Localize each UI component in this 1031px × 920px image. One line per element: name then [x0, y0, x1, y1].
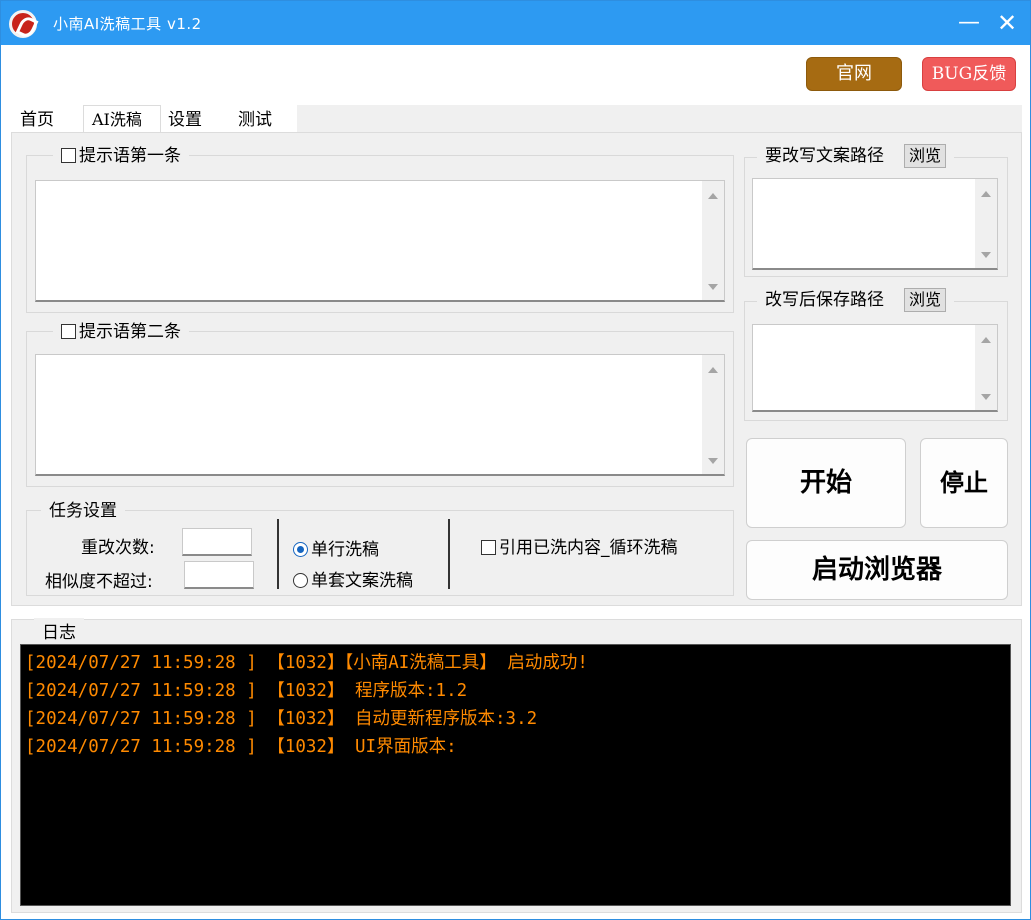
task-settings-legend: 任务设置	[41, 499, 125, 523]
retry-count-input[interactable]	[182, 528, 252, 556]
log-output[interactable]: [2024/07/27 11:59:28 ] 【1032】【小南AI洗稿工具】 …	[20, 644, 1011, 906]
scroll-down-icon[interactable]	[981, 394, 991, 400]
prompt-one-textarea[interactable]	[35, 180, 725, 302]
save-path-scrollbar[interactable]	[975, 325, 997, 410]
similarity-label: 相似度不超过:	[45, 572, 153, 592]
start-button[interactable]: 开始	[746, 438, 906, 528]
save-browse-button[interactable]: 浏览	[904, 288, 947, 312]
tab-home[interactable]: 首页	[11, 105, 75, 133]
scroll-down-icon[interactable]	[981, 252, 991, 258]
app-logo-icon	[9, 10, 37, 38]
stop-button[interactable]: 停止	[920, 438, 1008, 528]
save-path-label: 改写后保存路径	[765, 290, 884, 310]
task-settings-group: 任务设置 重改次数: 相似度不超过: 单行洗稿 单套文案洗稿 引用已洗内容_循环…	[26, 499, 734, 596]
minimize-button[interactable]: —	[953, 7, 985, 39]
log-line: [2024/07/27 11:59:28 ] 【1032】 程序版本:1.2	[25, 681, 468, 701]
bug-feedback-button[interactable]: BUG反馈	[922, 57, 1016, 91]
separator	[277, 519, 279, 589]
similarity-input[interactable]	[184, 561, 254, 589]
scroll-up-icon[interactable]	[981, 191, 991, 197]
tab-strip-background	[297, 105, 1022, 133]
save-path-group: 改写后保存路径 浏览	[744, 288, 1008, 421]
source-path-textarea[interactable]	[752, 178, 998, 270]
log-title: 日志	[34, 618, 84, 643]
scroll-up-icon[interactable]	[981, 337, 991, 343]
prompt-one-label: 提示语第一条	[79, 146, 181, 166]
log-line: [2024/07/27 11:59:28 ] 【1032】【小南AI洗稿工具】 …	[25, 653, 588, 673]
ai-rewrite-panel: 提示语第一条 提示语第二条 要改写文案路径 浏览 改写后保存路径 浏览 任务设置…	[11, 132, 1022, 606]
mode-single-set-option[interactable]: 单套文案洗稿	[293, 566, 413, 591]
official-site-button[interactable]: 官网	[806, 57, 902, 91]
save-path-legend: 改写后保存路径 浏览	[757, 288, 955, 312]
mode-single-line-radio[interactable]	[293, 542, 308, 557]
source-path-legend: 要改写文案路径 浏览	[757, 144, 955, 168]
separator	[448, 519, 450, 589]
source-path-scrollbar[interactable]	[975, 179, 997, 268]
tab-test[interactable]: 测试	[229, 105, 297, 133]
source-path-label: 要改写文案路径	[765, 146, 884, 166]
close-button[interactable]: ✕	[991, 7, 1023, 39]
scroll-up-icon[interactable]	[708, 193, 718, 199]
log-group: 日志 [2024/07/27 11:59:28 ] 【1032】【小南AI洗稿工…	[11, 618, 1022, 913]
prompt-two-checkbox[interactable]	[61, 324, 76, 339]
save-path-textarea[interactable]	[752, 324, 998, 412]
tab-settings[interactable]: 设置	[159, 105, 225, 133]
loop-rewrite-option[interactable]: 引用已洗内容_循环洗稿	[481, 533, 678, 558]
app-window: 小南AI洗稿工具 v1.2 — ✕ 官网 BUG反馈 首页 AI洗稿 设置 测试…	[0, 0, 1031, 920]
retry-count-label: 重改次数:	[81, 538, 155, 558]
prompt-two-group: 提示语第二条	[26, 320, 734, 487]
prompt-two-label: 提示语第二条	[79, 322, 181, 342]
scroll-down-icon[interactable]	[708, 458, 718, 464]
prompt-two-textarea[interactable]	[35, 354, 725, 476]
tab-ai-rewrite[interactable]: AI洗稿	[83, 105, 161, 133]
title-bar[interactable]: 小南AI洗稿工具 v1.2 — ✕	[1, 1, 1030, 45]
source-browse-button[interactable]: 浏览	[904, 144, 947, 168]
source-path-group: 要改写文案路径 浏览	[744, 144, 1008, 277]
window-title: 小南AI洗稿工具 v1.2	[53, 15, 202, 33]
prompt-one-group: 提示语第一条	[26, 144, 734, 313]
launch-browser-button[interactable]: 启动浏览器	[746, 540, 1008, 600]
prompt-one-checkbox[interactable]	[61, 148, 76, 163]
log-line: [2024/07/27 11:59:28 ] 【1032】 UI界面版本:	[25, 737, 457, 757]
mode-single-line-option[interactable]: 单行洗稿	[293, 535, 379, 560]
log-line: [2024/07/27 11:59:28 ] 【1032】 自动更新程序版本:3…	[25, 709, 538, 729]
scroll-down-icon[interactable]	[708, 284, 718, 290]
prompt-two-legend[interactable]: 提示语第二条	[53, 320, 189, 344]
mode-single-set-label: 单套文案洗稿	[311, 571, 413, 591]
prompt-one-scrollbar[interactable]	[702, 181, 724, 300]
loop-rewrite-label: 引用已洗内容_循环洗稿	[499, 538, 678, 558]
mode-single-line-label: 单行洗稿	[311, 540, 379, 560]
loop-rewrite-checkbox[interactable]	[481, 540, 496, 555]
mode-single-set-radio[interactable]	[293, 573, 308, 588]
prompt-two-scrollbar[interactable]	[702, 355, 724, 474]
scroll-up-icon[interactable]	[708, 367, 718, 373]
prompt-one-legend[interactable]: 提示语第一条	[53, 144, 189, 168]
